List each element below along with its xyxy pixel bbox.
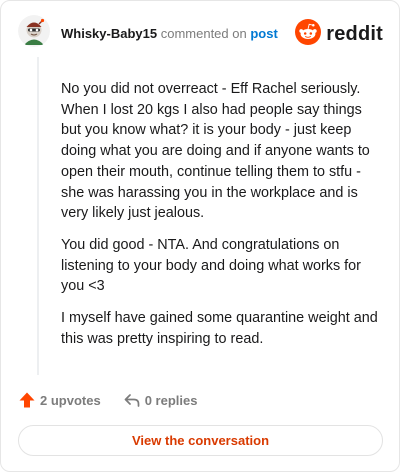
commented-on-label: commented on <box>160 26 247 41</box>
embed-card: Whisky-Baby15 commented on post reddit N… <box>0 0 400 472</box>
reply-arrow-icon <box>123 391 141 409</box>
comment-paragraph: No you did not overreact - Eff Rachel se… <box>61 81 370 222</box>
reddit-logo-icon <box>295 18 322 50</box>
reddit-wordmark: reddit <box>326 22 383 45</box>
reply-count: 0 replies <box>144 392 198 408</box>
user-avatar[interactable] <box>18 15 50 47</box>
upvote-button[interactable]: 2 upvotes <box>18 391 101 409</box>
replies-button[interactable]: 0 replies <box>123 391 198 409</box>
post-link[interactable]: post <box>250 26 277 41</box>
upvote-count: 2 upvotes <box>40 392 101 408</box>
comment-paragraph: I myself have gained some quarantine wei… <box>61 310 378 347</box>
comment-actions: 2 upvotes 0 replies <box>18 390 197 410</box>
comment-paragraph: You did good - NTA. And congratulations … <box>61 236 361 295</box>
username-link[interactable]: Whisky-Baby15 <box>61 26 157 41</box>
comment-body: No you did not overreact - Eff Rachel se… <box>61 79 381 360</box>
upvote-arrow-icon <box>18 391 36 409</box>
reddit-brand[interactable]: reddit <box>295 18 383 50</box>
thread-line <box>37 57 39 375</box>
comment-header: Whisky-Baby15 commented on post reddit <box>1 1 399 61</box>
comment-meta: Whisky-Baby15 commented on post <box>61 26 278 42</box>
view-conversation-button[interactable]: View the conversation <box>18 425 383 456</box>
